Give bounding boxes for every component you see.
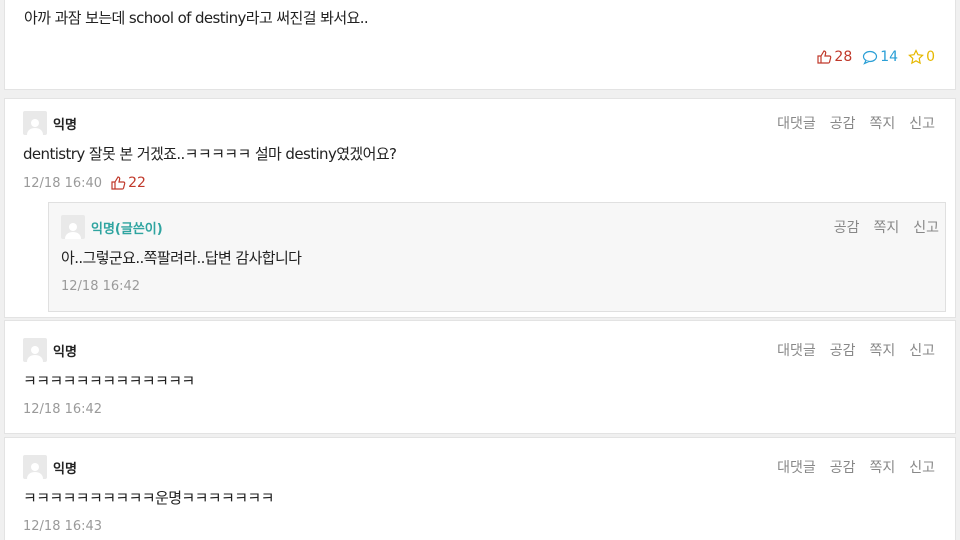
comment-header: 익명 <box>23 111 77 135</box>
comment-actions: 대댓글 공감 쪽지 신고 <box>763 113 935 133</box>
comment-author: 익명 <box>53 461 77 477</box>
post-scrap-number: 0 <box>926 49 935 65</box>
like-button[interactable]: 공감 <box>830 457 856 477</box>
like-button[interactable]: 공감 <box>830 340 856 360</box>
comment-meta: 12/18 16:42 <box>23 402 102 417</box>
comment-vote-count: 22 <box>128 175 146 191</box>
reply-author: 익명(글쓴이) <box>91 221 163 237</box>
comment-actions: 대댓글 공감 쪽지 신고 <box>763 457 935 477</box>
thumbs-up-icon <box>111 176 126 190</box>
comment-author: 익명 <box>53 344 77 360</box>
avatar <box>23 455 47 479</box>
speech-bubble-icon <box>863 50 878 65</box>
reply-text: 아..그렇군요..쪽팔려라..답변 감사합니다 <box>61 249 302 267</box>
post-scrap-count[interactable]: 0 <box>908 49 935 65</box>
person-icon <box>65 223 81 239</box>
reply-button[interactable]: 대댓글 <box>777 340 816 360</box>
comment-item: 익명 대댓글 공감 쪽지 신고 ㅋㅋㅋㅋㅋㅋㅋㅋㅋㅋㅋㅋㅋ 12/18 16:4… <box>4 320 956 434</box>
report-button[interactable]: 신고 <box>909 340 935 360</box>
comment-item: 익명 대댓글 공감 쪽지 신고 dentistry 잘못 본 거겠죠..ㅋㅋㅋㅋ… <box>4 98 956 318</box>
post-comment-count[interactable]: 14 <box>862 49 898 65</box>
comment-time: 12/18 16:42 <box>23 402 103 417</box>
message-button[interactable]: 쪽지 <box>869 113 895 133</box>
person-icon <box>27 463 43 479</box>
report-button[interactable]: 신고 <box>913 217 939 237</box>
post-text: 아까 과잠 보는데 school of destiny라고 써진걸 봐서요.. <box>24 9 369 27</box>
post-like-count[interactable]: 28 <box>816 49 852 65</box>
person-icon <box>27 119 43 135</box>
message-button[interactable]: 쪽지 <box>869 457 895 477</box>
comment-actions: 대댓글 공감 쪽지 신고 <box>763 340 935 360</box>
reply-header: 익명(글쓴이) <box>61 215 163 239</box>
reply-actions: 공감 쪽지 신고 <box>820 217 939 237</box>
like-button[interactable]: 공감 <box>830 113 856 133</box>
reply-time: 12/18 16:42 <box>61 279 141 294</box>
post-stats: 28 14 0 <box>806 49 935 65</box>
comment-vote: 22 <box>110 175 146 191</box>
comment-author: 익명 <box>53 117 77 133</box>
comment-time: 12/18 16:43 <box>23 519 103 534</box>
like-button[interactable]: 공감 <box>834 217 860 237</box>
report-button[interactable]: 신고 <box>909 457 935 477</box>
comment-item: 익명 대댓글 공감 쪽지 신고 ㅋㅋㅋㅋㅋㅋㅋㅋㅋㅋ운명ㅋㅋㅋㅋㅋㅋㅋ 12/1… <box>4 437 956 540</box>
comment-text: dentistry 잘못 본 거겠죠..ㅋㅋㅋㅋㅋ 설마 destiny였겠어요… <box>23 145 397 163</box>
message-button[interactable]: 쪽지 <box>869 340 895 360</box>
star-icon <box>908 49 925 65</box>
post-comment-number: 14 <box>880 49 899 65</box>
comment-meta: 12/18 16:40 22 <box>23 175 146 191</box>
comment-header: 익명 <box>23 455 77 479</box>
message-button[interactable]: 쪽지 <box>873 217 899 237</box>
comment-header: 익명 <box>23 338 77 362</box>
reply-button[interactable]: 대댓글 <box>777 113 816 133</box>
thumbs-up-icon <box>817 50 832 64</box>
post-card: 아까 과잠 보는데 school of destiny라고 써진걸 봐서요.. … <box>4 0 956 90</box>
avatar <box>23 338 47 362</box>
person-icon <box>27 346 43 362</box>
reply-button[interactable]: 대댓글 <box>777 457 816 477</box>
comment-text: ㅋㅋㅋㅋㅋㅋㅋㅋㅋㅋ운명ㅋㅋㅋㅋㅋㅋㅋ <box>23 489 274 507</box>
comment-text: ㅋㅋㅋㅋㅋㅋㅋㅋㅋㅋㅋㅋㅋ <box>23 372 195 390</box>
reply-meta: 12/18 16:42 <box>61 279 140 294</box>
post-like-number: 28 <box>834 49 853 65</box>
reply-item: 익명(글쓴이) 공감 쪽지 신고 아..그렇군요..쪽팔려라..답변 감사합니다… <box>48 202 946 312</box>
avatar <box>61 215 85 239</box>
comment-time: 12/18 16:40 <box>23 175 103 191</box>
report-button[interactable]: 신고 <box>909 113 935 133</box>
avatar <box>23 111 47 135</box>
comment-meta: 12/18 16:43 <box>23 519 102 534</box>
